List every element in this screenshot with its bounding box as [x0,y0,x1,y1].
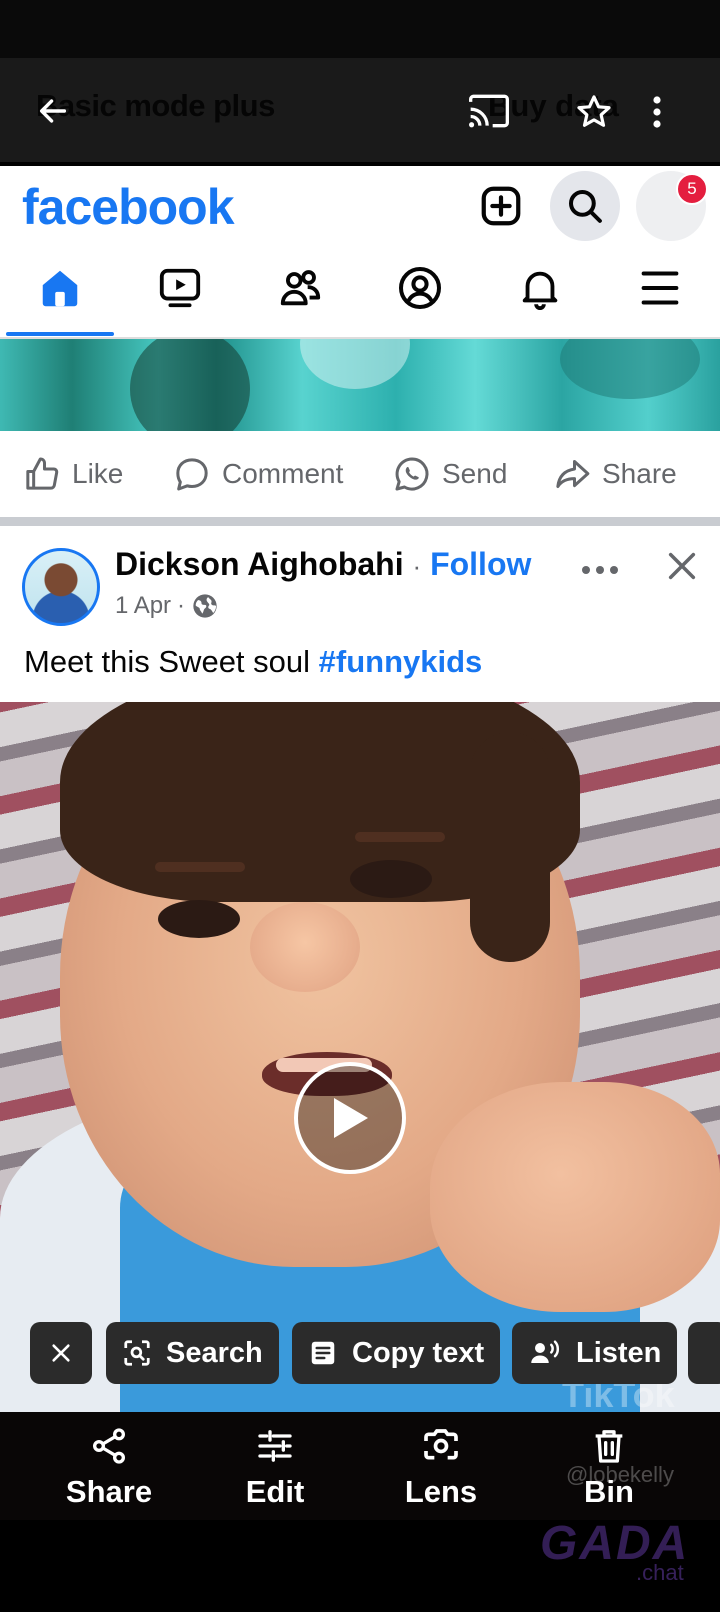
viewer-toolbar: Basic mode plus Buy data [0,58,720,162]
post-separator [0,517,720,526]
facebook-logo[interactable]: facebook [22,178,235,236]
video-hair-side-shape [470,732,550,962]
meta-separator: · [177,592,186,619]
author-separator: · [412,551,422,581]
tab-notifications[interactable] [490,258,590,318]
trash-icon [595,1430,623,1463]
play-button[interactable] [294,1062,406,1174]
gada-watermark-sub: .chat [636,1560,684,1585]
close-icon [52,1344,70,1362]
edit-action-label: Edit [245,1474,305,1509]
post-video[interactable]: TikTok [0,702,720,1412]
search-chip[interactable]: Search [106,1322,279,1384]
edit-action[interactable]: Edit [210,1412,340,1520]
globe-icon [193,594,217,618]
whatsapp-icon [395,457,429,491]
listen-icon [531,1340,560,1363]
tab-video[interactable] [130,258,230,318]
thumbs-up-icon [26,457,59,490]
comment-button[interactable]: Comment [172,431,343,517]
share-action-label: Share [65,1474,153,1509]
comment-label: Comment [222,458,344,489]
previous-post-image[interactable] [0,339,720,431]
post-author-line: Dickson Aighobahi · Follow [115,546,531,583]
lens-icon [424,1429,458,1460]
lens-action[interactable]: Lens [376,1412,506,1520]
hashtag-link[interactable]: #funnykids [319,644,483,679]
like-label: Like [72,458,124,489]
lens-search-icon [124,1340,150,1366]
follow-link[interactable]: Follow [430,546,531,582]
lens-chip-row: Search Copy text Listen [0,1322,720,1384]
video-brow-right [355,832,445,842]
search-chip-label: Search [166,1336,263,1369]
comment-icon [176,458,208,491]
post-card: Dickson Aighobahi · Follow 1 Apr · Meet … [0,526,720,702]
share-button[interactable]: Share [552,431,677,517]
notification-badge: 5 [676,173,708,205]
post-date[interactable]: 1 Apr [115,592,171,620]
post-action-bar: Like Comment Send Share [0,431,720,517]
play-icon [334,1098,368,1138]
video-fist-shape [430,1082,720,1312]
active-tab-indicator [6,332,114,336]
search-button[interactable] [550,171,620,241]
messenger-button[interactable]: 5 [636,171,708,241]
video-nose-shape [250,902,360,992]
star-icon[interactable] [572,90,616,134]
avatar[interactable] [22,548,100,626]
copy-text-chip-label: Copy text [352,1336,485,1369]
facebook-header: facebook 5 [0,166,720,338]
tab-profile[interactable] [370,258,470,318]
tab-home[interactable] [10,258,110,318]
share-action[interactable]: Share [44,1412,174,1520]
overflow-chip[interactable] [688,1322,720,1384]
sliders-icon [258,1430,292,1462]
video-brow-left [155,862,245,872]
status-bar [0,0,720,58]
video-eye-right [350,860,432,898]
like-button[interactable]: Like [22,431,123,517]
post-caption: Meet this Sweet soul #funnykids [24,644,482,680]
copy-text-chip[interactable]: Copy text [292,1322,501,1384]
post-options-icon[interactable] [578,548,622,592]
share-icon [93,1428,125,1464]
text-document-icon [311,1341,335,1365]
more-vertical-icon[interactable] [642,90,672,134]
listen-chip[interactable]: Listen [512,1322,678,1384]
send-button[interactable]: Send [392,431,507,517]
create-post-button[interactable] [466,171,536,241]
caption-text: Meet this Sweet soul [24,644,319,679]
lens-action-label: Lens [404,1474,478,1509]
cast-icon[interactable] [464,88,514,134]
back-arrow-icon[interactable] [30,88,76,134]
share-arrow-icon [556,460,590,488]
tab-friends[interactable] [250,258,350,318]
author-name[interactable]: Dickson Aighobahi [115,546,404,582]
tiktok-handle-watermark: @lobekelly [566,1462,674,1487]
listen-chip-label: Listen [576,1336,662,1369]
dismiss-chips-button[interactable] [30,1322,92,1384]
send-label: Send [442,458,508,489]
tab-menu[interactable] [610,258,710,318]
video-eye-left [158,900,240,938]
close-icon[interactable] [658,542,706,590]
share-label: Share [602,458,677,489]
post-meta: 1 Apr · [115,592,219,620]
